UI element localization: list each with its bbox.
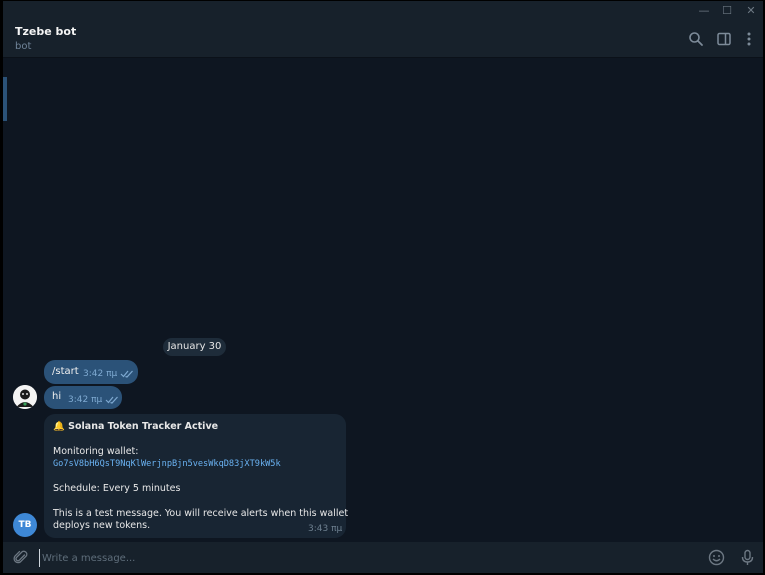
chat-status: bot: [15, 41, 32, 52]
message-title: 🔔 Solana Token Tracker Active: [53, 421, 219, 432]
window-titlebar: — ☐ ✕: [3, 1, 763, 20]
message-input[interactable]: [39, 549, 639, 567]
note-text: deploys new tokens.: [53, 520, 151, 531]
bell-icon: 🔔: [53, 421, 65, 432]
message-time: 3:43 πμ: [308, 524, 343, 534]
bot-avatar[interactable]: TB: [13, 513, 37, 537]
maximize-button[interactable]: ☐: [716, 3, 738, 19]
message-composer: [3, 542, 763, 573]
note-text: This is a test message. You will receive…: [53, 508, 349, 519]
close-button[interactable]: ✕: [740, 3, 762, 19]
emoji-icon[interactable]: [708, 549, 725, 566]
minimize-button[interactable]: —: [693, 3, 715, 19]
chat-title[interactable]: Tzebe bot: [15, 25, 76, 38]
more-vert-icon[interactable]: [740, 30, 758, 48]
monitoring-label: Monitoring wallet:: [53, 446, 139, 457]
double-check-icon: [105, 396, 118, 404]
telegram-window: — ☐ ✕ Tzebe bot bot January 30 /start 3:…: [3, 1, 763, 573]
message-time: 3:42 πμ: [83, 369, 118, 379]
message-time: 3:42 πμ: [68, 395, 103, 405]
scroll-indicator: [3, 77, 7, 121]
date-separator: January 30: [163, 338, 226, 356]
outgoing-message[interactable]: hi 3:42 πμ: [44, 386, 122, 409]
schedule-text: Schedule: Every 5 minutes: [53, 483, 181, 494]
sidebar-toggle-icon[interactable]: [715, 30, 733, 48]
microphone-icon[interactable]: [739, 549, 756, 566]
chat-header[interactable]: Tzebe bot bot: [3, 20, 763, 58]
search-icon[interactable]: [687, 30, 705, 48]
double-check-icon: [120, 370, 133, 378]
message-text: /start: [52, 366, 79, 377]
outgoing-message[interactable]: /start 3:42 πμ: [44, 360, 138, 384]
attach-icon[interactable]: [13, 549, 29, 565]
user-avatar[interactable]: [13, 385, 37, 409]
message-text: hi: [52, 391, 62, 402]
incoming-message[interactable]: 🔔 Solana Token Tracker Active Monitoring…: [44, 414, 349, 538]
wallet-address[interactable]: Go7sV8bH6QsT9NqKlWerjnpBjn5vesWkqD83jXT9…: [53, 459, 281, 469]
